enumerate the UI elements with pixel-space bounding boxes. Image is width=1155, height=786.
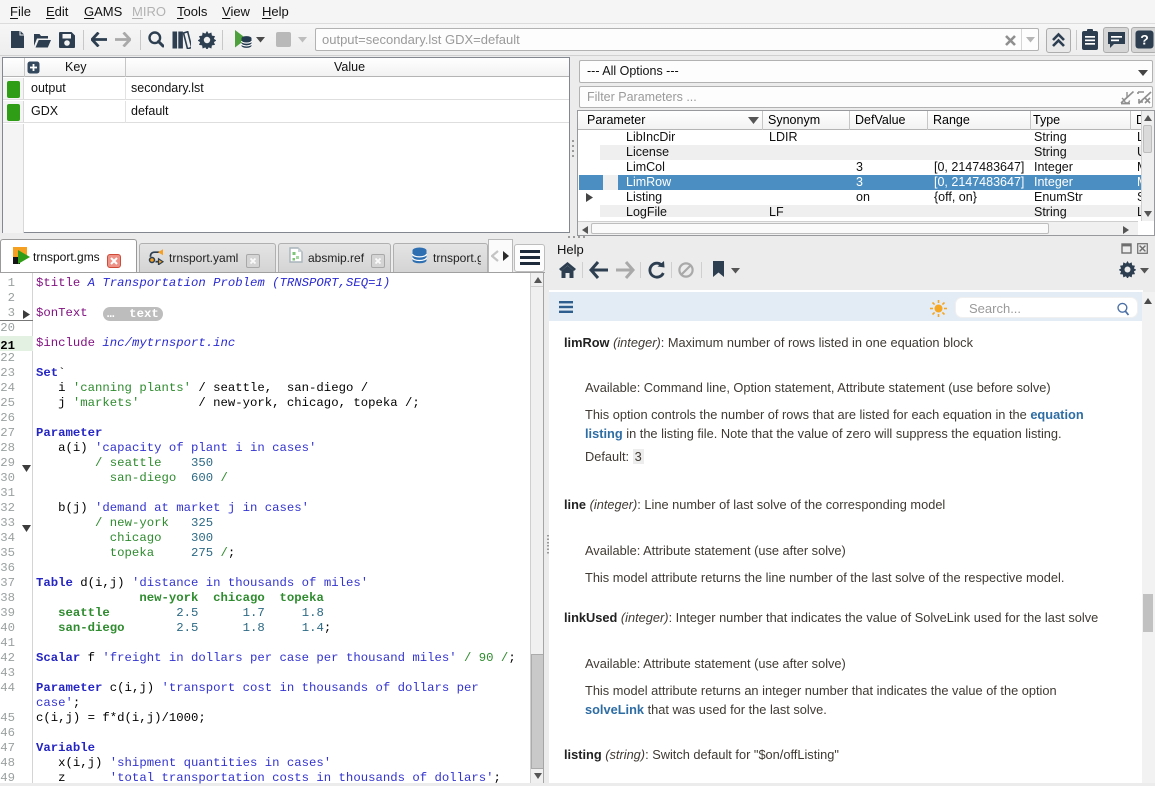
svg-text:?: ? xyxy=(1140,32,1149,48)
